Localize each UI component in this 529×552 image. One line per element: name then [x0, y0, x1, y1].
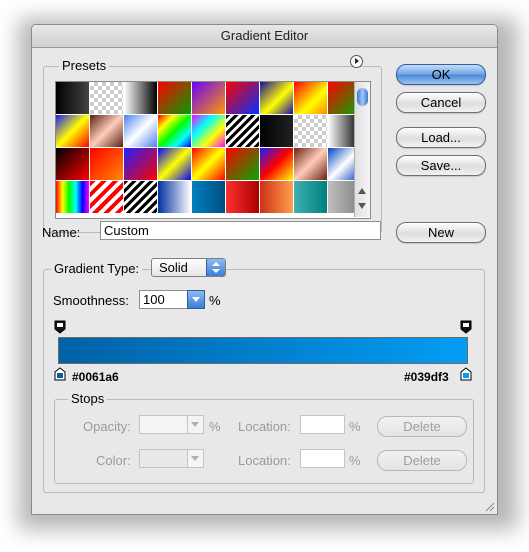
smoothness-value: 100 [143, 292, 165, 307]
gradient-editor-window: Gradient Editor Presets OK Cancel Load..… [31, 24, 498, 515]
color-location-label: Location: [238, 453, 291, 468]
preset-swatch[interactable] [260, 115, 293, 147]
presets-menu-button[interactable] [350, 55, 363, 68]
presets-scrollbar[interactable] [354, 82, 370, 217]
cancel-button[interactable]: Cancel [396, 92, 486, 113]
preset-swatch-grid [55, 81, 371, 219]
preset-swatch[interactable] [90, 115, 123, 147]
window-title: Gradient Editor [32, 25, 497, 48]
preset-swatch[interactable] [192, 115, 225, 147]
preset-swatch[interactable] [260, 181, 293, 213]
color-swatch-field[interactable] [139, 449, 204, 468]
color-location-unit: % [349, 453, 361, 468]
ok-button[interactable]: OK [396, 64, 486, 85]
color-delete-button[interactable]: Delete [377, 450, 467, 471]
preset-swatch[interactable] [158, 148, 191, 180]
gradient-type-label: Gradient Type: [51, 261, 143, 276]
color-stop-right-marker[interactable] [460, 367, 472, 381]
preset-swatch[interactable] [90, 148, 123, 180]
opacity-stop-left-marker[interactable] [54, 320, 66, 334]
preset-swatch[interactable] [260, 148, 293, 180]
color-label: Color: [96, 453, 131, 468]
preset-swatch[interactable] [192, 148, 225, 180]
preset-swatch[interactable] [56, 148, 89, 180]
triangle-right-icon [355, 58, 359, 64]
opacity-delete-button[interactable]: Delete [377, 416, 467, 437]
opacity-stop-right-marker[interactable] [460, 320, 472, 334]
chevron-down-icon[interactable] [187, 290, 205, 309]
preset-swatch[interactable] [226, 148, 259, 180]
chevron-down-icon[interactable] [187, 450, 203, 467]
smoothness-unit: % [209, 293, 221, 308]
stops-group [54, 399, 474, 484]
start-color-hex: #0061a6 [72, 370, 119, 384]
resize-grip-icon[interactable] [483, 500, 495, 512]
preset-swatch[interactable] [294, 115, 327, 147]
preset-swatch[interactable] [294, 148, 327, 180]
smoothness-label: Smoothness: [53, 293, 129, 308]
opacity-location-unit: % [349, 419, 361, 434]
end-color-hex: #039df3 [404, 370, 449, 384]
preset-swatch[interactable] [158, 82, 191, 114]
preset-swatch[interactable] [56, 181, 89, 213]
preset-swatch[interactable] [124, 148, 157, 180]
opacity-location-field[interactable] [300, 415, 345, 434]
save-button[interactable]: Save... [396, 155, 486, 176]
name-field[interactable]: Custom [100, 221, 381, 240]
preset-swatch[interactable] [294, 82, 327, 114]
color-location-field[interactable] [300, 449, 345, 468]
scroll-down-arrow-icon[interactable] [358, 203, 366, 209]
opacity-field[interactable] [139, 415, 204, 434]
new-button[interactable]: New [396, 222, 486, 243]
name-label: Name: [42, 225, 81, 240]
preset-swatch[interactable] [226, 115, 259, 147]
preset-swatch[interactable] [56, 115, 89, 147]
chevron-down-icon[interactable] [187, 416, 203, 433]
gradient-type-select[interactable]: Solid [151, 258, 226, 277]
preset-swatch[interactable] [158, 181, 191, 213]
preset-swatch[interactable] [158, 115, 191, 147]
gradient-preview-bar[interactable] [58, 337, 468, 364]
smoothness-field[interactable]: 100 [139, 290, 205, 309]
preset-swatch[interactable] [90, 82, 123, 114]
stops-label: Stops [68, 391, 108, 406]
preset-swatch[interactable] [192, 82, 225, 114]
preset-swatch[interactable] [56, 82, 89, 114]
gradient-type-value: Solid [159, 260, 188, 275]
opacity-unit: % [209, 419, 221, 434]
preset-swatch[interactable] [90, 181, 123, 213]
preset-swatch[interactable] [294, 181, 327, 213]
preset-swatch[interactable] [192, 181, 225, 213]
presets-label: Presets [59, 58, 110, 73]
load-button[interactable]: Load... [396, 127, 486, 148]
preset-swatch[interactable] [124, 82, 157, 114]
scroll-up-arrow-icon[interactable] [358, 188, 366, 194]
preset-swatch[interactable] [226, 82, 259, 114]
scroll-thumb[interactable] [357, 88, 368, 106]
updown-arrows-icon [206, 259, 225, 276]
preset-swatch[interactable] [260, 82, 293, 114]
opacity-label: Opacity: [83, 419, 131, 434]
preset-swatch[interactable] [226, 181, 259, 213]
preset-swatch[interactable] [124, 181, 157, 213]
opacity-location-label: Location: [238, 419, 291, 434]
preset-swatch[interactable] [124, 115, 157, 147]
color-stop-left-marker[interactable] [54, 367, 66, 381]
